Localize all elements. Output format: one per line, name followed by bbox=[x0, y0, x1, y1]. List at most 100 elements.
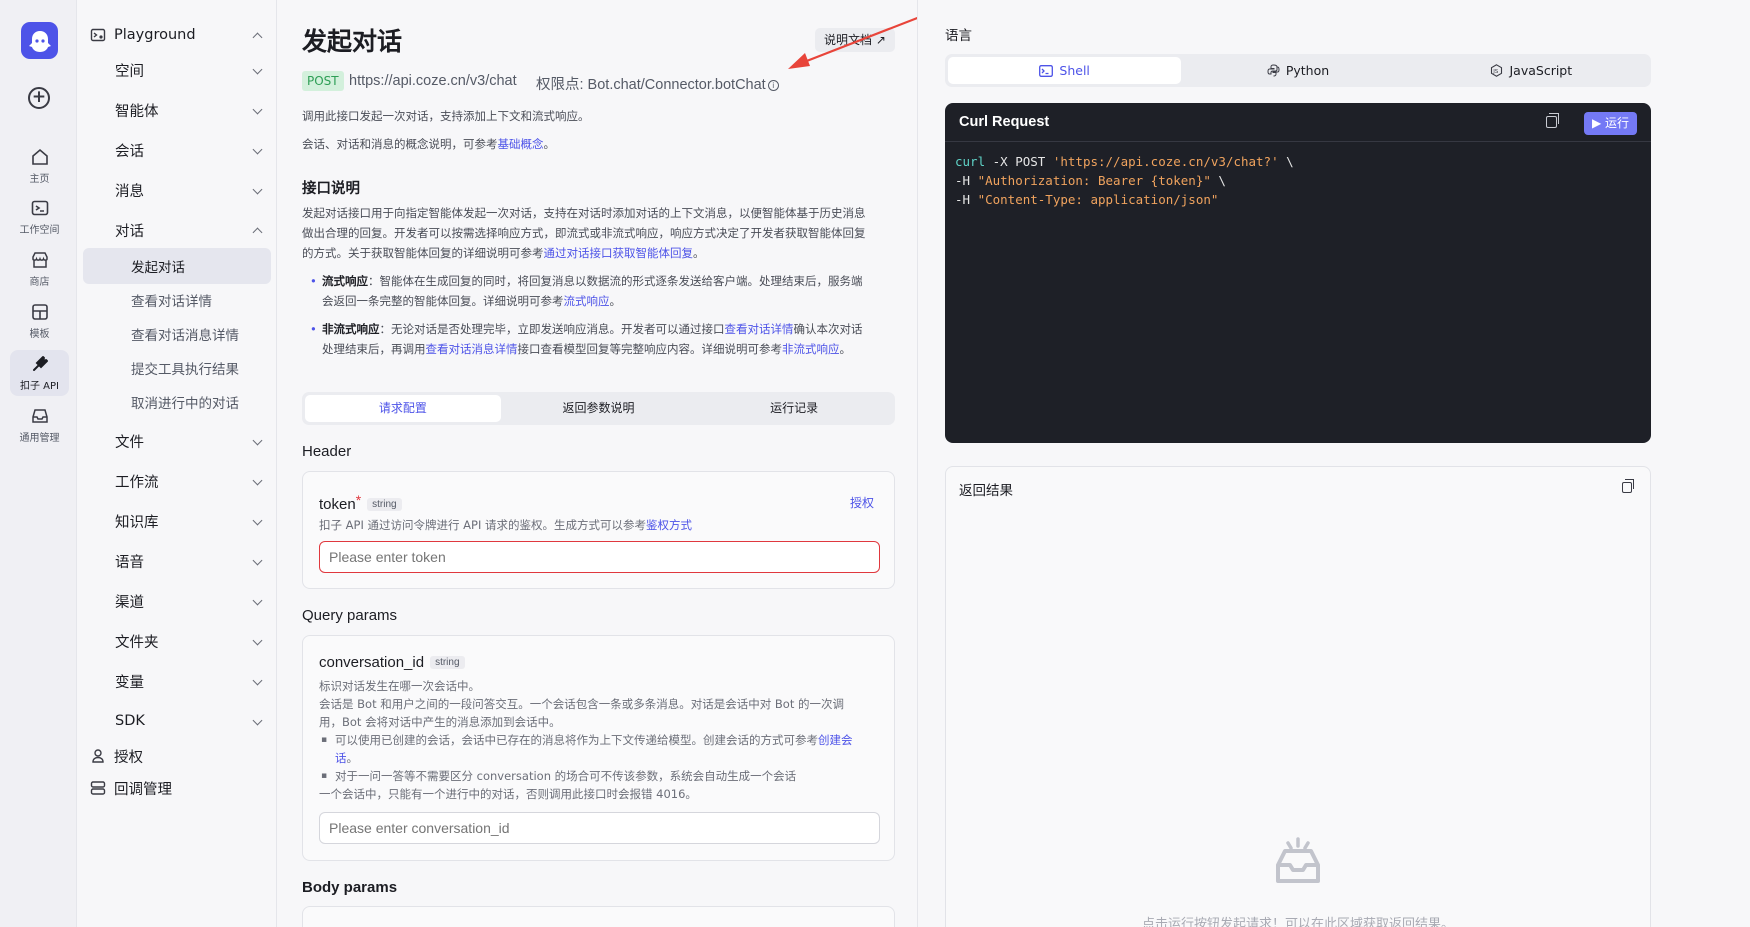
token-input[interactable] bbox=[319, 541, 880, 573]
rail-home[interactable]: 主页 bbox=[10, 143, 69, 189]
nav-auth-label: 授权 bbox=[114, 749, 143, 766]
chat-reply-link[interactable]: 通过对话接口获取智能体回复 bbox=[544, 246, 694, 260]
coze-logo[interactable] bbox=[21, 22, 58, 59]
section-title-api-desc: 接口说明 bbox=[302, 181, 360, 197]
nav-sub-cancel-chat[interactable]: 取消进行中的对话 bbox=[77, 384, 277, 420]
bullet-suffix: 。 bbox=[609, 293, 622, 308]
nav-file[interactable]: 文件 bbox=[77, 423, 277, 459]
basic-concept-link[interactable]: 基础概念 bbox=[498, 137, 544, 151]
tab-python[interactable]: Python bbox=[1181, 57, 1414, 84]
nav-callback[interactable]: 回调管理 bbox=[77, 770, 277, 806]
desc-text: 的方式。关于获取智能体回复的详细说明可参考 bbox=[302, 246, 544, 260]
desc-suffix: 。 bbox=[693, 246, 705, 260]
nav-label: 工作流 bbox=[115, 474, 159, 491]
code-cmd: curl bbox=[955, 154, 986, 169]
tab-shell[interactable]: Shell bbox=[948, 57, 1182, 84]
rail-api[interactable]: 扣子 API bbox=[10, 350, 69, 396]
nav-channel[interactable]: 渠道 bbox=[77, 583, 277, 619]
api-doc-main: 发起对话 说明文档 ↗ POST https://api.coze.cn/v3/… bbox=[278, 0, 926, 927]
body-param-card bbox=[302, 906, 895, 927]
rail-template[interactable]: 模板 bbox=[10, 298, 69, 344]
nav-label: 文件夹 bbox=[115, 634, 159, 651]
chat-messages-link[interactable]: 查看对话消息详情 bbox=[426, 342, 518, 356]
nav-chat[interactable]: 对话 bbox=[77, 212, 277, 248]
authorize-link[interactable]: 授权 bbox=[850, 494, 874, 511]
code-text: -X POST bbox=[985, 154, 1053, 169]
code-string: "Content-Type: application/json" bbox=[977, 192, 1219, 207]
chevron-down-icon bbox=[252, 715, 263, 726]
bullet-streaming: 流式响应：智能体在生成回复的同时，将回复消息以数据流的形式逐条发送给客户端。处理… bbox=[310, 272, 895, 311]
bullet-non-streaming: 非流式响应：无论对话是否处理完毕，立即发送响应消息。开发者可以通过接口查看对话详… bbox=[310, 320, 895, 359]
nav-sdk[interactable]: SDK bbox=[77, 703, 277, 739]
desc-line-2: 做出合理的回复。开发者可以按需选择响应方式，即流式或非流式响应，响应方式决定了开… bbox=[302, 226, 866, 240]
inbox-icon bbox=[31, 409, 48, 423]
permission-label: 权限点: Bot.chat/Connector.botChat bbox=[536, 77, 766, 93]
python-icon bbox=[1267, 64, 1280, 77]
copy-icon[interactable] bbox=[1622, 479, 1634, 493]
code-body[interactable]: curl -X POST 'https://api.coze.cn/v3/cha… bbox=[945, 142, 1651, 219]
chevron-down-icon bbox=[252, 144, 263, 155]
nav-message[interactable]: 消息 bbox=[77, 172, 277, 208]
bullet-text: 接口查看模型回复等完整响应内容。详细说明可参考 bbox=[517, 341, 783, 356]
nav-space[interactable]: 空间 bbox=[77, 52, 277, 88]
nav-sub-label: 发起对话 bbox=[131, 260, 185, 276]
intro-line-1: 调用此接口发起一次对话，支持添加上下文和流式响应。 bbox=[302, 109, 590, 123]
copy-icon[interactable] bbox=[1546, 113, 1559, 128]
nav-voice[interactable]: 语音 bbox=[77, 543, 277, 579]
response-title: 返回结果 bbox=[959, 483, 1013, 499]
conversation-id-input[interactable] bbox=[319, 812, 880, 844]
create-conv-link-cont[interactable]: 话 bbox=[335, 751, 347, 765]
nav-playground[interactable]: Playground bbox=[77, 17, 277, 53]
nav-label: 会话 bbox=[115, 143, 144, 160]
run-button[interactable]: ▶ 运行 bbox=[1583, 112, 1637, 135]
param-name: token bbox=[319, 496, 356, 513]
tab-run-history[interactable]: 运行记录 bbox=[696, 395, 892, 422]
create-icon[interactable]: + bbox=[28, 87, 50, 109]
nav-auth[interactable]: 授权 bbox=[77, 738, 277, 774]
method-badge: POST bbox=[302, 71, 344, 91]
tab-response-params[interactable]: 返回参数说明 bbox=[501, 395, 697, 422]
rail-store[interactable]: 商店 bbox=[10, 246, 69, 292]
code-text: \ bbox=[1210, 173, 1226, 188]
code-text: -H bbox=[955, 192, 978, 207]
nav-sub-chat-detail[interactable]: 查看对话详情 bbox=[77, 282, 277, 318]
desc-line-3: 的方式。关于获取智能体回复的详细说明可参考通过对话接口获取智能体回复。 bbox=[302, 243, 705, 263]
nav-conversation[interactable]: 会话 bbox=[77, 132, 277, 168]
create-conv-link[interactable]: 创建会 bbox=[818, 733, 853, 747]
nav-sub-create-chat[interactable]: 发起对话 bbox=[83, 248, 271, 284]
type-tag: string bbox=[430, 656, 465, 669]
rail-workspace[interactable]: 工作空间 bbox=[10, 194, 69, 240]
query-params-label: Query params bbox=[302, 607, 398, 624]
info-icon[interactable]: i bbox=[767, 80, 779, 91]
nav-variable[interactable]: 变量 bbox=[77, 663, 277, 699]
desc-text: 扣子 API 通过访问令牌进行 API 请求的鉴权。生成方式可以参考 bbox=[319, 518, 647, 532]
nav-sub-label: 查看对话详情 bbox=[131, 294, 212, 310]
bullet-title: 非流式响应 bbox=[322, 322, 380, 336]
nav-label: 空间 bbox=[115, 63, 144, 80]
rail-workspace-label: 工作空间 bbox=[19, 225, 60, 236]
nav-sub-chat-messages[interactable]: 查看对话消息详情 bbox=[77, 316, 277, 352]
left-rail: + 主页 工作空间 商店 模板 扣子 API 通用管理 bbox=[0, 0, 77, 927]
code-string: "Authorization: Bearer {token}" bbox=[977, 173, 1211, 188]
tab-label: JavaScript bbox=[1509, 63, 1573, 78]
nav-agent[interactable]: 智能体 bbox=[77, 92, 277, 128]
tab-javascript[interactable]: JS JavaScript bbox=[1415, 57, 1648, 84]
home-icon bbox=[31, 148, 48, 165]
language-label: 语言 bbox=[945, 28, 972, 44]
non-streaming-link[interactable]: 非流式响应 bbox=[782, 342, 840, 356]
key-icon bbox=[92, 749, 104, 763]
nav-folder[interactable]: 文件夹 bbox=[77, 623, 277, 659]
rail-manage[interactable]: 通用管理 bbox=[10, 402, 69, 448]
nav-knowledge[interactable]: 知识库 bbox=[77, 503, 277, 539]
rail-store-label: 商店 bbox=[29, 277, 50, 288]
tab-request-config[interactable]: 请求配置 bbox=[305, 395, 501, 422]
template-icon bbox=[31, 304, 48, 320]
nav-sub-submit-tool[interactable]: 提交工具执行结果 bbox=[77, 350, 277, 386]
api-nav-panel: Playground 空间 智能体 会话 消息 对话 发起对话 查看对话详情 查… bbox=[77, 0, 277, 927]
chat-detail-link[interactable]: 查看对话详情 bbox=[725, 322, 794, 336]
run-label: 运行 bbox=[1604, 116, 1629, 130]
streaming-link[interactable]: 流式响应 bbox=[564, 294, 610, 308]
auth-method-link[interactable]: 鉴权方式 bbox=[646, 518, 692, 532]
nav-workflow[interactable]: 工作流 bbox=[77, 463, 277, 499]
nav-sub-label: 取消进行中的对话 bbox=[131, 396, 239, 412]
